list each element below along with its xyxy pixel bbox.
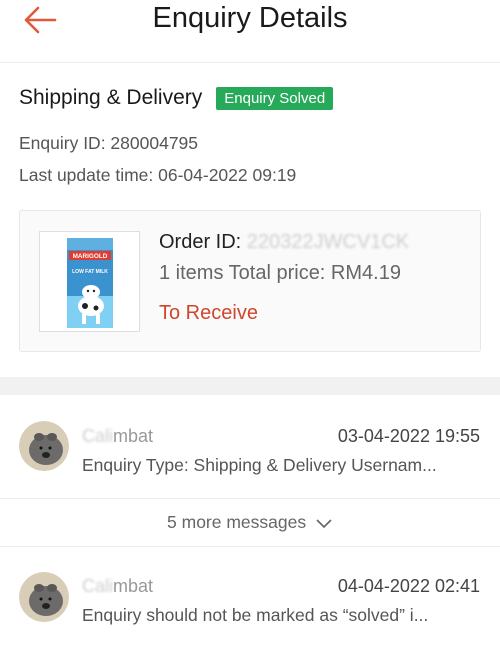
avatar: [19, 421, 69, 471]
message-preview[interactable]: Enquiry Type: Shipping & Delivery Userna…: [82, 455, 477, 476]
order-status: To Receive: [159, 302, 258, 324]
wombat-avatar-icon: [19, 572, 69, 622]
last-update-time: Last update time: 06-04-2022 09:19: [19, 165, 297, 185]
section-divider: [0, 377, 500, 395]
more-messages-button[interactable]: 5 more messages: [0, 512, 500, 533]
order-id-label: Order ID:: [159, 231, 247, 253]
separator: [0, 546, 500, 547]
top-bar: Enquiry Details: [0, 0, 500, 63]
order-card[interactable]: MARIGOLD LOW FAT MILK Order ID: 220322JW…: [19, 210, 481, 352]
product-label: LOW FAT MILK: [72, 269, 108, 275]
message-preview[interactable]: Enquiry should not be marked as “solved”…: [82, 605, 477, 626]
sender-name: Calimbat: [82, 426, 154, 446]
sender-name: Calimbat: [82, 576, 154, 596]
separator: [0, 498, 500, 499]
avatar: [19, 572, 69, 622]
chevron-down-icon: [316, 519, 332, 529]
more-messages-label: 5 more messages: [167, 512, 307, 532]
milk-carton-image: MARIGOLD LOW FAT MILK: [67, 238, 113, 328]
enquiry-topic-row: Shipping & Delivery Enquiry Solved: [19, 86, 334, 110]
order-id-value: 220322JWCV1CK: [246, 231, 410, 253]
wombat-avatar-icon: [19, 421, 69, 471]
order-items-price: 1 items Total price: RM4.19: [159, 262, 401, 284]
enquiry-id: Enquiry ID: 280004795: [19, 133, 199, 153]
status-badge: Enquiry Solved: [216, 86, 334, 110]
message-time: 04-04-2022 02:41: [337, 576, 480, 596]
order-id: Order ID: 220322JWCV1CK: [159, 231, 409, 254]
page-title: Enquiry Details: [152, 2, 348, 34]
enquiry-topic: Shipping & Delivery: [19, 86, 203, 109]
product-thumbnail: MARIGOLD LOW FAT MILK: [39, 231, 140, 332]
product-brand: MARIGOLD: [73, 253, 108, 260]
message-time: 03-04-2022 19:55: [337, 426, 480, 446]
